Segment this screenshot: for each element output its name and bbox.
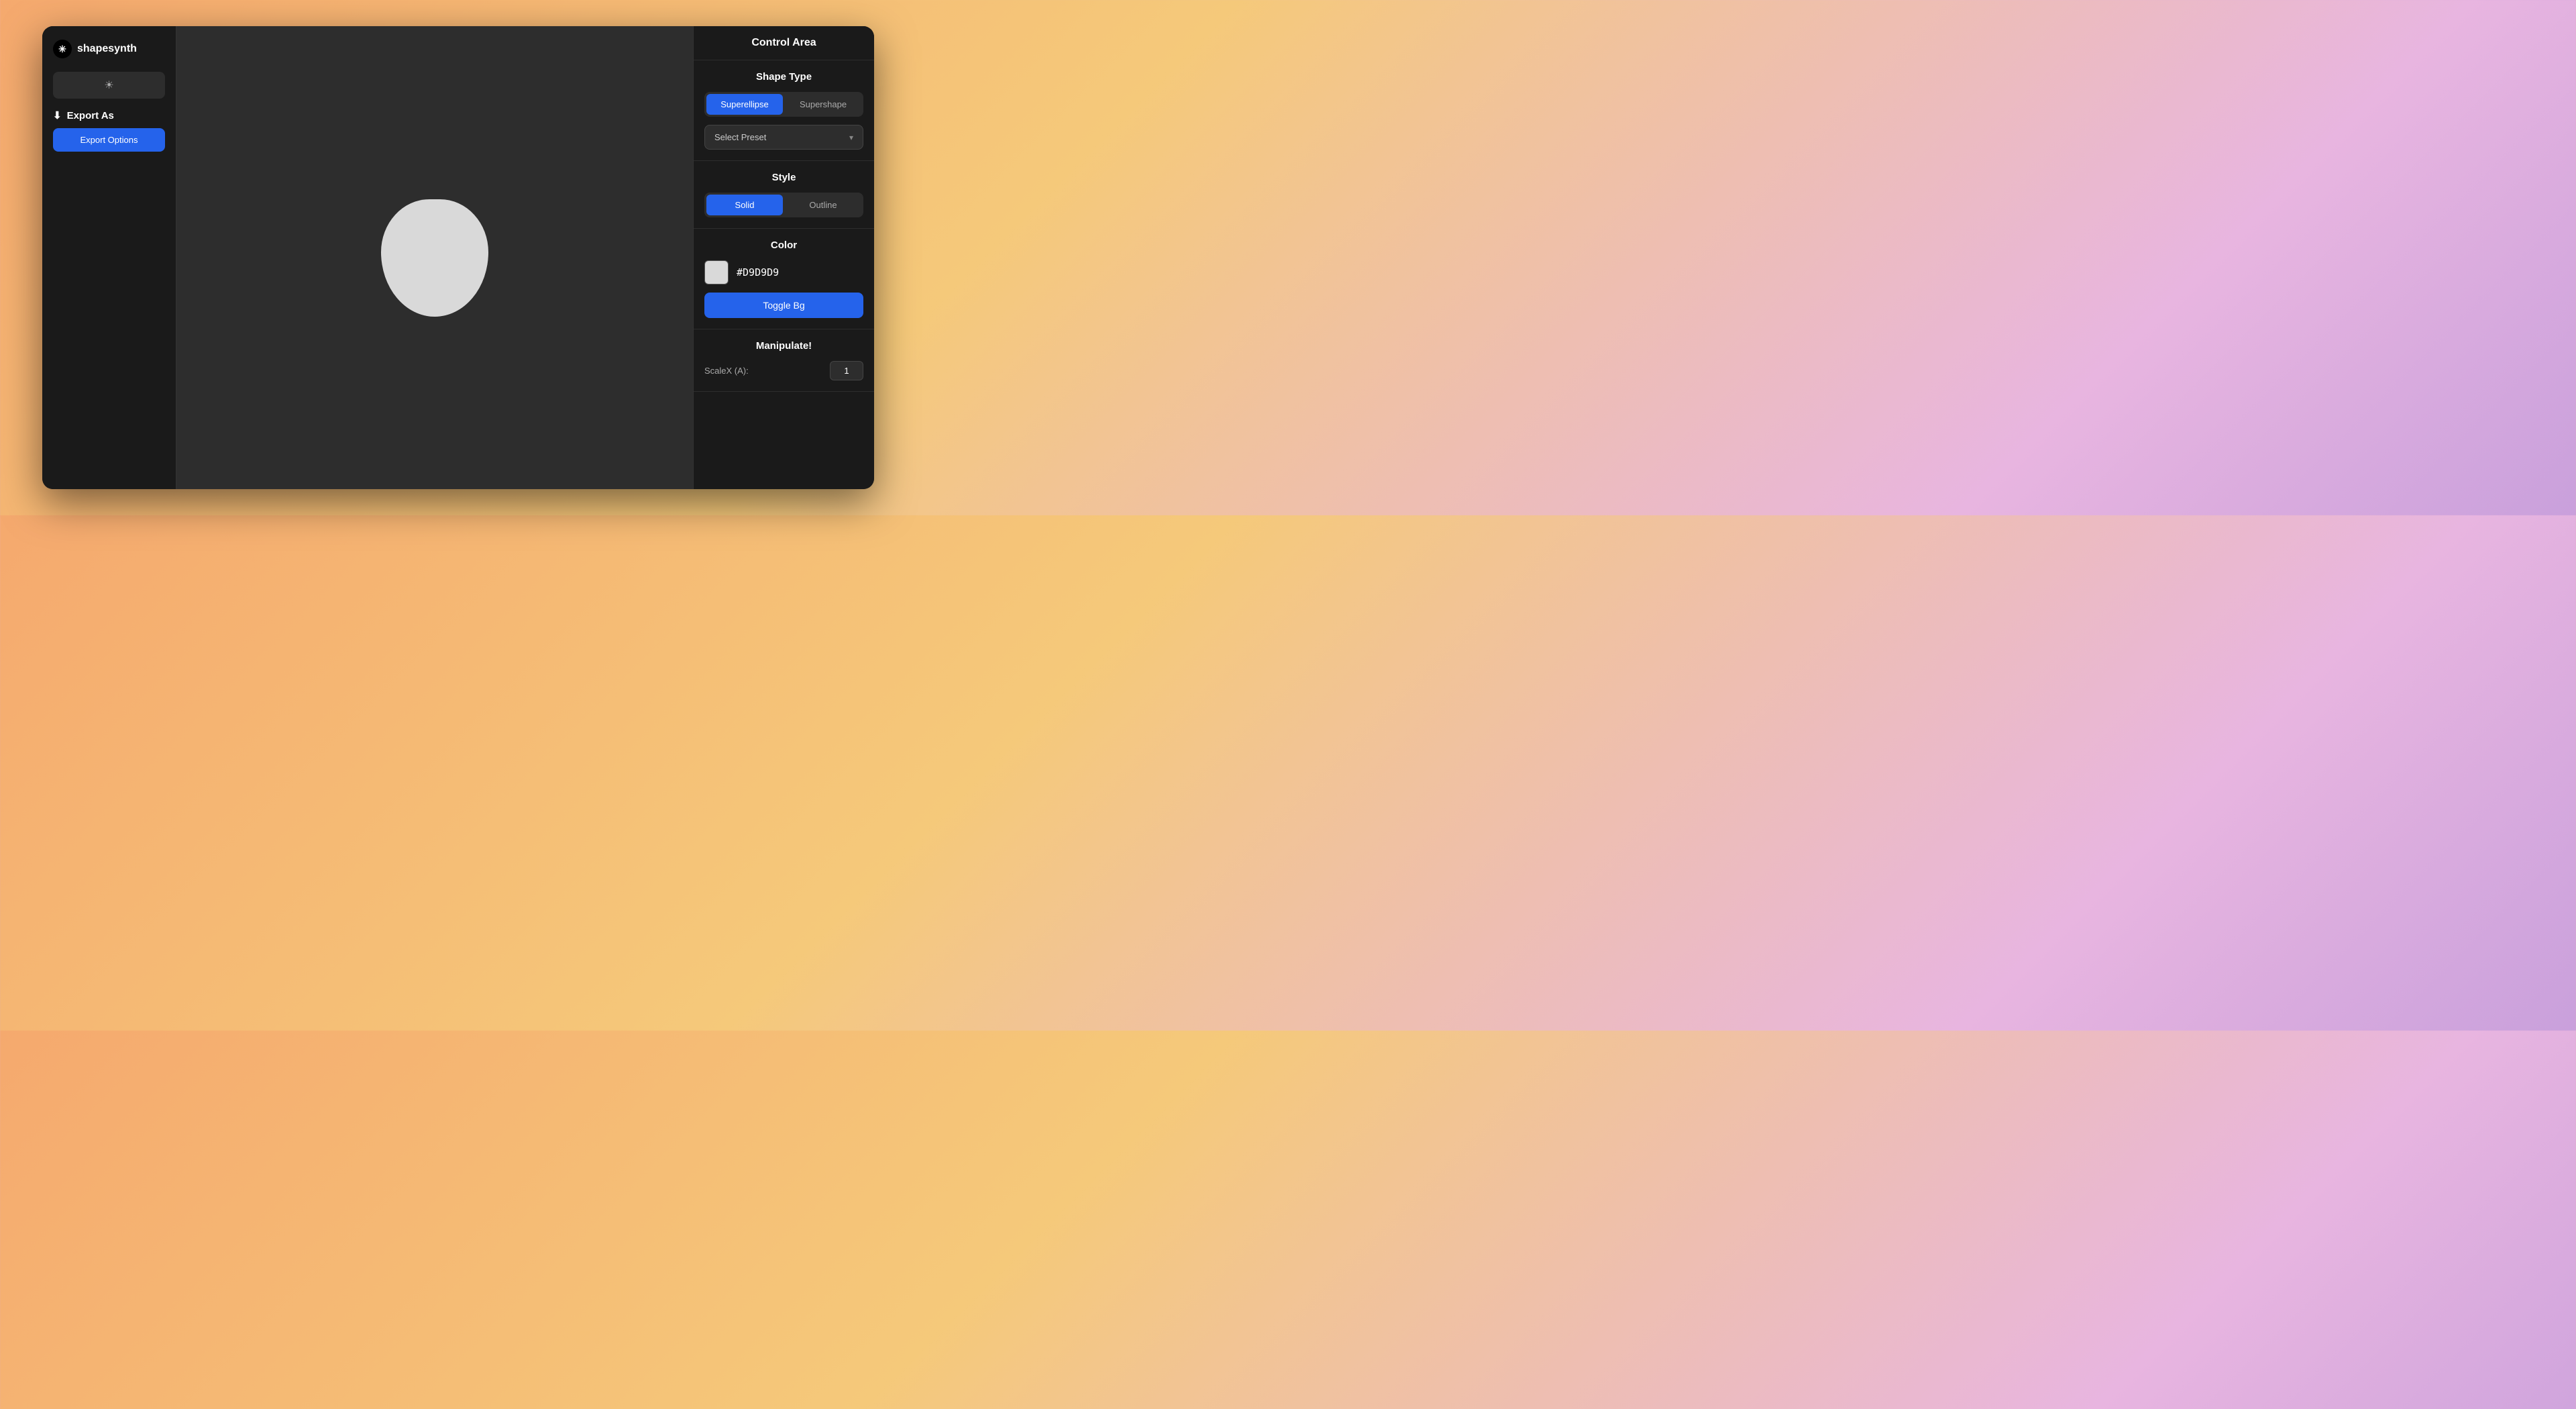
export-section: ⬇ Export As Export Options [53,109,165,152]
color-title: Color [704,240,863,251]
style-section: Style Solid Outline [694,161,874,229]
color-swatch[interactable] [704,260,729,284]
manipulate-title: Manipulate! [704,340,863,352]
control-area-header: Control Area [694,26,874,60]
superellipse-shape [381,199,488,317]
canvas-area [176,26,693,489]
color-section: Color #D9D9D9 Toggle Bg [694,229,874,329]
export-options-button[interactable]: Export Options [53,128,165,152]
sidebar: ✳ shapesynth ☀ ⬇ Export As Export Option… [42,26,176,489]
shape-canvas [176,26,693,489]
shape-type-section: Shape Type Superellipse Supershape Selec… [694,60,874,161]
outline-button[interactable]: Outline [785,195,861,215]
control-area-title: Control Area [751,37,816,48]
supershape-button[interactable]: Supershape [785,94,861,115]
app-window: ✳ shapesynth ☀ ⬇ Export As Export Option… [42,26,874,489]
logo-area: ✳ shapesynth [53,37,165,61]
toggle-bg-button[interactable]: Toggle Bg [704,293,863,318]
export-title: ⬇ Export As [53,109,165,121]
superellipse-button[interactable]: Superellipse [706,94,783,115]
sun-icon: ☀ [104,79,113,92]
scalex-input[interactable]: 1 [830,361,863,380]
color-row: #D9D9D9 [704,260,863,284]
scalex-row: ScaleX (A): 1 [704,361,863,380]
shape-type-toggle-group: Superellipse Supershape [704,92,863,117]
control-panel: Control Area Shape Type Superellipse Sup… [693,26,874,489]
manipulate-section: Manipulate! ScaleX (A): 1 [694,329,874,392]
preset-label: Select Preset [714,132,766,142]
logo-icon: ✳ [53,40,72,58]
app-name: shapesynth [77,43,137,55]
chevron-down-icon: ▾ [849,133,853,142]
theme-toggle-button[interactable]: ☀ [53,72,165,99]
style-title: Style [704,172,863,183]
color-hex-value: #D9D9D9 [737,266,779,278]
solid-button[interactable]: Solid [706,195,783,215]
export-icon: ⬇ [53,109,62,121]
shape-type-title: Shape Type [704,71,863,83]
select-preset-dropdown[interactable]: Select Preset ▾ [704,125,863,150]
style-toggle-group: Solid Outline [704,193,863,217]
scalex-label: ScaleX (A): [704,366,749,376]
